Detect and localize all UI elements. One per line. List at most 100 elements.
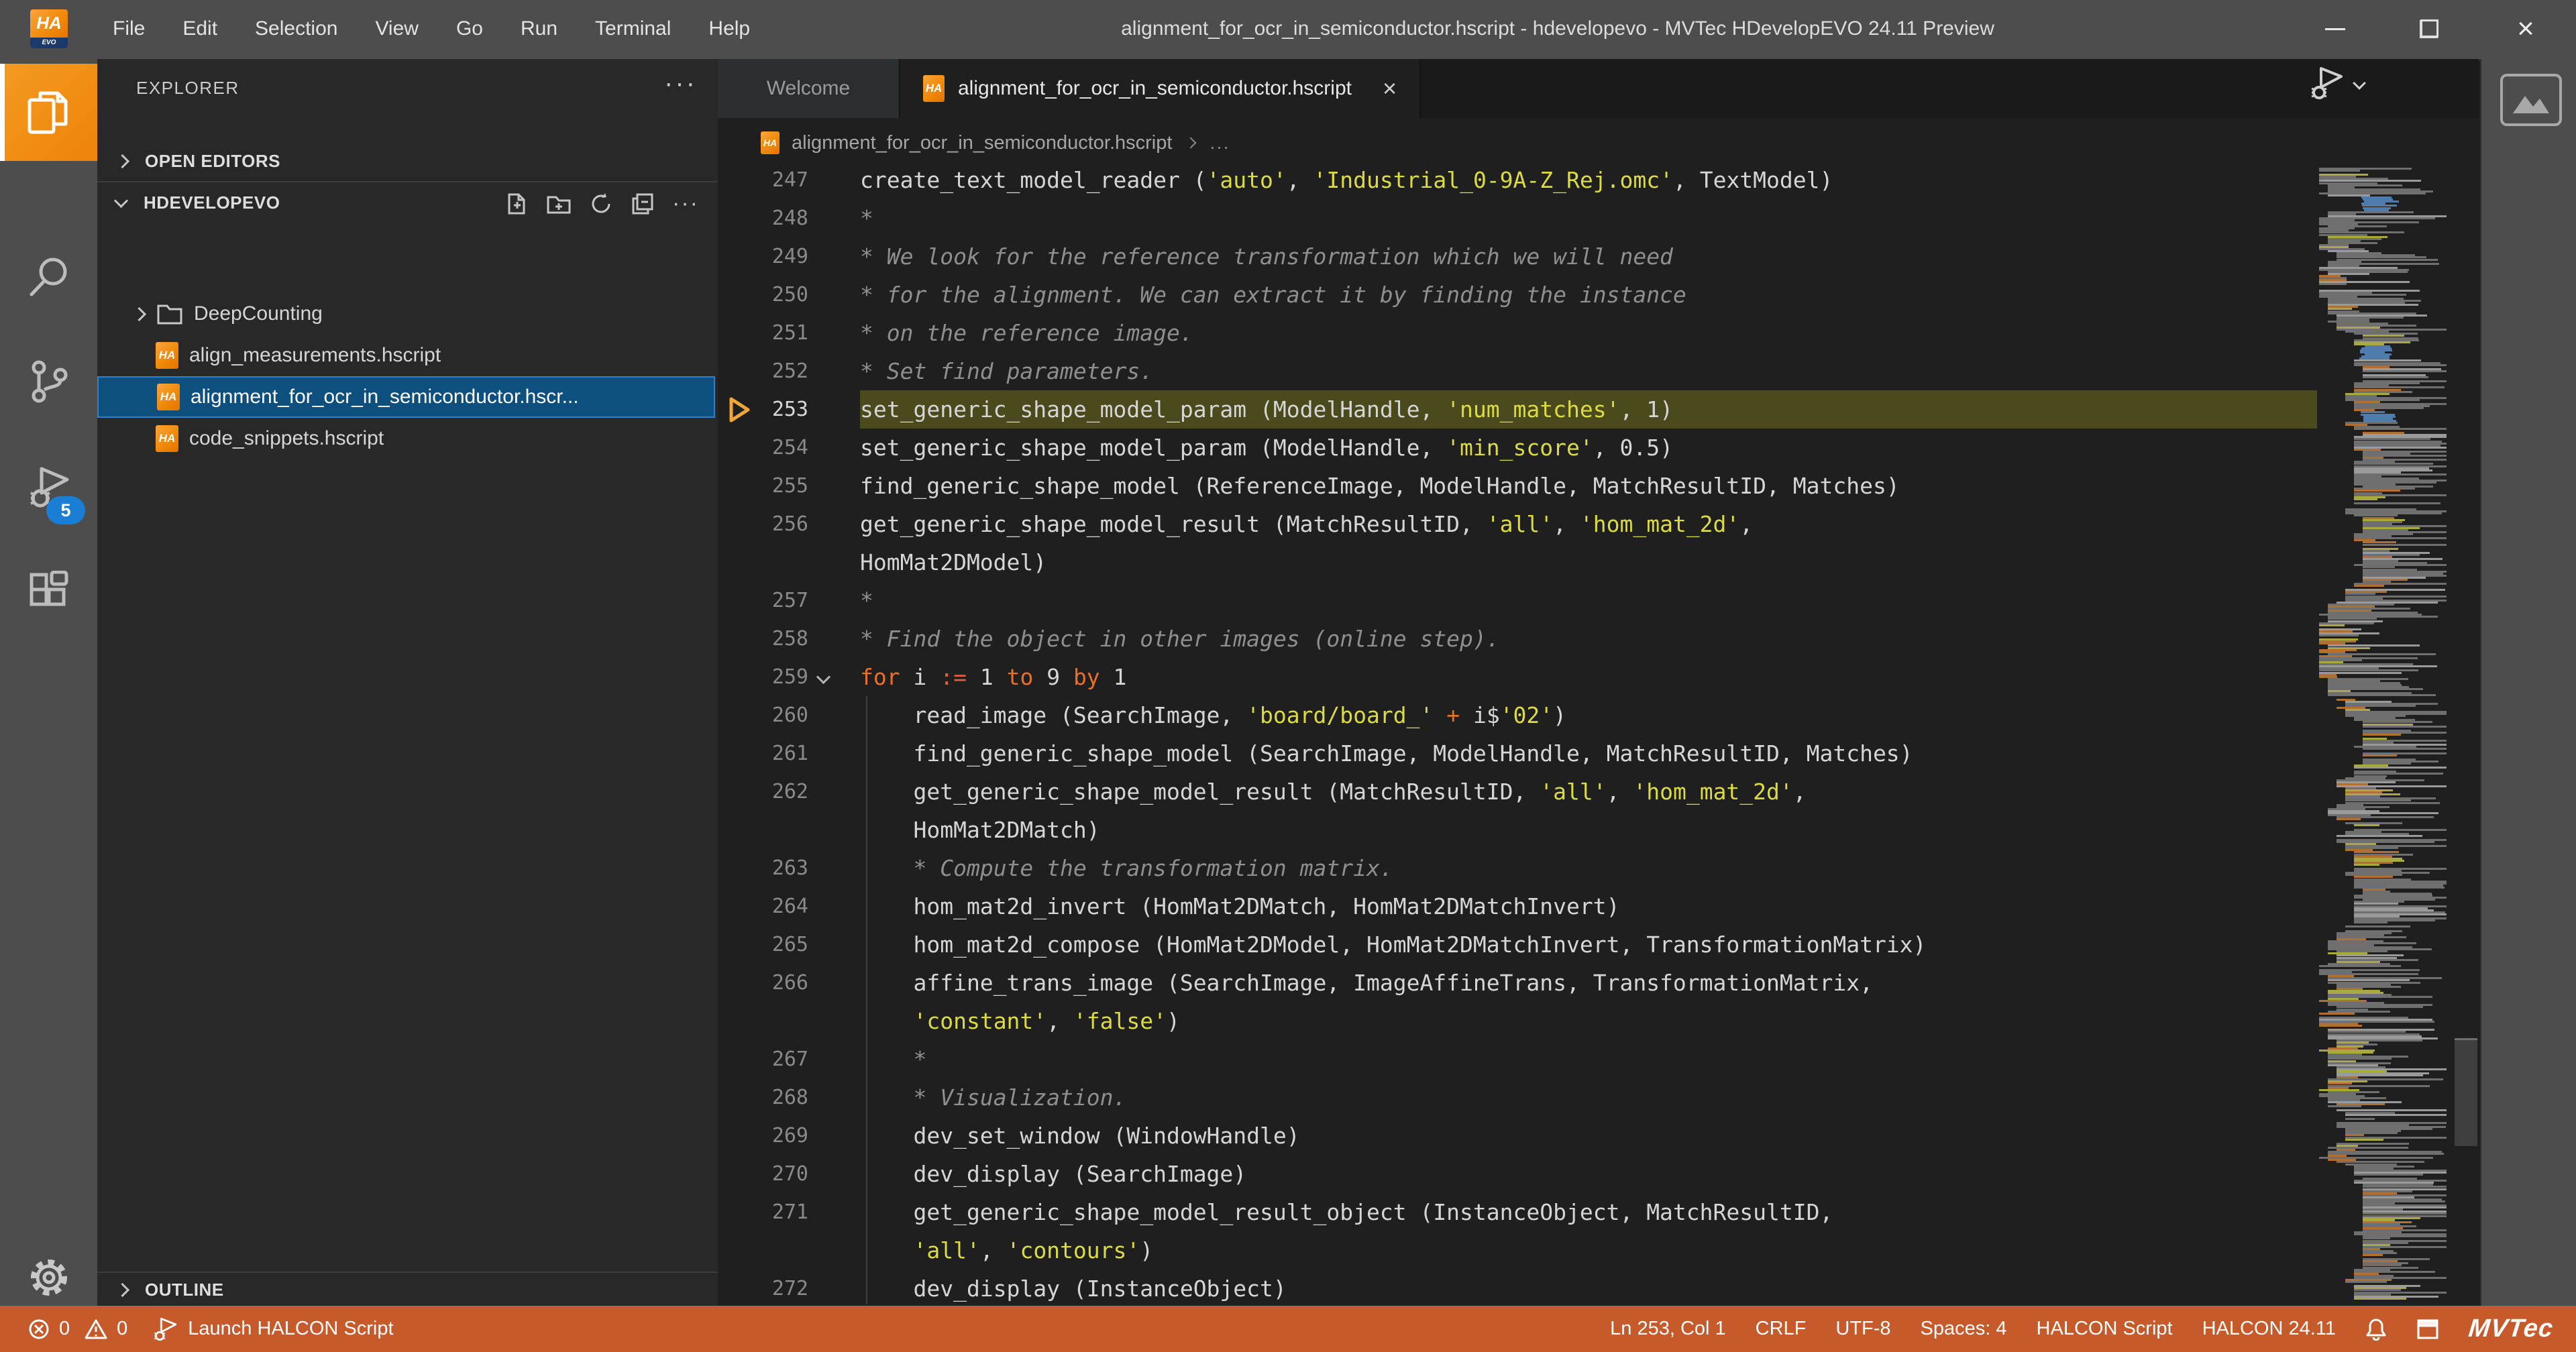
scrollbar[interactable]: [2453, 168, 2479, 1306]
code-line-256[interactable]: 256get_generic_shape_model_result (Match…: [718, 505, 2479, 543]
collapse-all-icon[interactable]: [631, 192, 655, 216]
status-crlf[interactable]: CRLF: [1756, 1318, 1807, 1340]
menu-help[interactable]: Help: [690, 0, 769, 58]
code-line-252[interactable]: 252* Set find parameters.: [718, 352, 2479, 390]
code-line-247[interactable]: 247create_text_model_reader ('auto', 'In…: [718, 168, 2479, 199]
code-line-wrap[interactable]: 'constant', 'false'): [718, 1002, 2479, 1040]
code-line-257[interactable]: 257*: [718, 581, 2479, 620]
menu-run[interactable]: Run: [502, 0, 576, 58]
fold-chevron-icon[interactable]: [816, 670, 830, 684]
status-items: Ln 253, Col 1 CRLF UTF-8 Spaces: 4 HALCON Sc…: [1610, 1318, 2336, 1340]
code-text: 'all', 'contours'): [860, 1231, 1153, 1270]
code-line-wrap[interactable]: HomMat2DMatch): [718, 811, 2479, 849]
section-open-editors[interactable]: OPEN EDITORS: [97, 144, 718, 178]
launch-script-label[interactable]: Launch HALCON Script: [188, 1318, 393, 1340]
activity-extensions[interactable]: [0, 543, 97, 640]
menu-go[interactable]: Go: [437, 0, 502, 58]
menu-terminal[interactable]: Terminal: [576, 0, 690, 58]
status-spaces-4[interactable]: Spaces: 4: [1921, 1318, 2007, 1340]
code-line-249[interactable]: 249* We look for the reference transform…: [718, 237, 2479, 276]
breadcrumb-more[interactable]: ...: [1210, 132, 1230, 154]
line-number: 259: [728, 658, 808, 696]
code-line-wrap[interactable]: HomMat2DModel): [718, 543, 2479, 581]
code-line-267[interactable]: 267 *: [718, 1040, 2479, 1078]
code-text: *: [860, 581, 873, 620]
tree-item-alignment-for-ocr-in-semiconductor-hscr-[interactable]: HAalignment_for_ocr_in_semiconductor.hsc…: [97, 376, 715, 418]
restore-button[interactable]: [2385, 0, 2473, 58]
more-actions-icon[interactable]: ···: [672, 190, 699, 217]
code-line-265[interactable]: 265 hom_mat2d_compose (HomMat2DModel, Ho…: [718, 925, 2479, 964]
warning-count[interactable]: 0: [117, 1318, 127, 1340]
code-line-wrap[interactable]: 'all', 'contours'): [718, 1231, 2479, 1270]
code-line-264[interactable]: 264 hom_mat2d_invert (HomMat2DMatch, Hom…: [718, 887, 2479, 925]
tree-item-deepcounting[interactable]: DeepCounting: [97, 293, 715, 335]
launch-script-icon[interactable]: [152, 1316, 178, 1343]
new-file-icon[interactable]: [504, 192, 529, 216]
code-line-248[interactable]: 248*: [718, 199, 2479, 237]
activity-run-debug[interactable]: 5: [0, 438, 97, 535]
minimap[interactable]: [2318, 168, 2452, 1306]
new-folder-icon[interactable]: [546, 192, 572, 216]
activity-source-control[interactable]: [0, 333, 97, 430]
code-line-259[interactable]: 259for i := 1 to 9 by 1: [718, 658, 2479, 696]
section-outline[interactable]: OUTLINE: [97, 1274, 718, 1305]
activity-explorer[interactable]: [0, 64, 97, 161]
code-editor[interactable]: 247create_text_model_reader ('auto', 'In…: [718, 168, 2479, 1306]
status-halcon-24-11[interactable]: HALCON 24.11: [2202, 1318, 2336, 1340]
code-line-261[interactable]: 261 find_generic_shape_model (SearchImag…: [718, 734, 2479, 773]
window-title: alignment_for_ocr_in_semiconductor.hscri…: [1121, 0, 1994, 58]
panel-layout-icon[interactable]: [2416, 1318, 2439, 1340]
status-halcon-script[interactable]: HALCON Script: [2037, 1318, 2173, 1340]
breadcrumb-file[interactable]: alignment_for_ocr_in_semiconductor.hscri…: [792, 132, 1172, 154]
close-button[interactable]: ×: [2482, 0, 2569, 58]
code-line-258[interactable]: 258* Find the object in other images (on…: [718, 620, 2479, 658]
mvtec-logo: MVTec: [2467, 1314, 2555, 1343]
files-icon: [27, 89, 71, 136]
ha-file-icon: HA: [156, 342, 178, 369]
code-line-271[interactable]: 271 get_generic_shape_model_result_objec…: [718, 1193, 2479, 1231]
tab-active-file[interactable]: HA alignment_for_ocr_in_semiconductor.hs…: [900, 59, 1421, 118]
line-number: 256: [728, 505, 808, 543]
code-line-263[interactable]: 263 * Compute the transformation matrix.: [718, 849, 2479, 887]
error-count[interactable]: 0: [59, 1318, 70, 1340]
section-label: OUTLINE: [145, 1280, 224, 1300]
code-line-270[interactable]: 270 dev_display (SearchImage): [718, 1155, 2479, 1193]
menu-view[interactable]: View: [356, 0, 437, 58]
code-line-268[interactable]: 268 * Visualization.: [718, 1078, 2479, 1117]
tree-item-align-measurements-hscript[interactable]: HAalign_measurements.hscript: [97, 335, 715, 376]
tab-close-icon[interactable]: ×: [1383, 74, 1397, 103]
code-line-260[interactable]: 260 read_image (SearchImage, 'board/boar…: [718, 696, 2479, 734]
status-right: Ln 253, Col 1 CRLF UTF-8 Spaces: 4 HALCON Sc…: [1610, 1314, 2553, 1343]
minimize-button[interactable]: [2292, 0, 2379, 58]
code-line-253[interactable]: 253set_generic_shape_model_param (ModelH…: [718, 390, 2479, 429]
code-line-262[interactable]: 262 get_generic_shape_model_result (Matc…: [718, 773, 2479, 811]
status-ln-253-col-1[interactable]: Ln 253, Col 1: [1610, 1318, 1726, 1340]
code-text: find_generic_shape_model (SearchImage, M…: [860, 734, 1913, 773]
tab-welcome[interactable]: Welcome: [718, 59, 900, 118]
code-line-255[interactable]: 255find_generic_shape_model (ReferenceIm…: [718, 467, 2479, 505]
code-line-251[interactable]: 251* on the reference image.: [718, 314, 2479, 352]
chevron-down-icon[interactable]: [2353, 76, 2366, 90]
menu-edit[interactable]: Edit: [164, 0, 236, 58]
menu-file[interactable]: File: [94, 0, 164, 58]
scrollbar-thumb[interactable]: [2455, 1038, 2477, 1146]
search-icon: [28, 256, 70, 298]
menu-bar: FileEditSelectionViewGoRunTerminalHelp: [94, 0, 769, 58]
bell-icon[interactable]: [2365, 1318, 2387, 1341]
launch-script-icon[interactable]: [2308, 64, 2345, 102]
code-line-254[interactable]: 254set_generic_shape_model_param (ModelH…: [718, 429, 2479, 467]
tree-item-code-snippets-hscript[interactable]: HAcode_snippets.hscript: [97, 418, 715, 459]
status-utf-8[interactable]: UTF-8: [1835, 1318, 1890, 1340]
refresh-icon[interactable]: [589, 192, 613, 216]
warnings-icon[interactable]: [85, 1318, 107, 1340]
errors-icon[interactable]: [28, 1318, 50, 1340]
menu-selection[interactable]: Selection: [236, 0, 356, 58]
activity-search[interactable]: [0, 228, 97, 325]
graphics-window-button[interactable]: [2500, 74, 2562, 126]
code-line-269[interactable]: 269 dev_set_window (WindowHandle): [718, 1117, 2479, 1155]
code-line-266[interactable]: 266 affine_trans_image (SearchImage, Ima…: [718, 964, 2479, 1002]
sidebar-more-button[interactable]: ···: [664, 68, 697, 99]
line-number: 254: [728, 429, 808, 467]
code-line-272[interactable]: 272 dev_display (InstanceObject): [718, 1270, 2479, 1306]
code-line-250[interactable]: 250* for the alignment. We can extract i…: [718, 276, 2479, 314]
